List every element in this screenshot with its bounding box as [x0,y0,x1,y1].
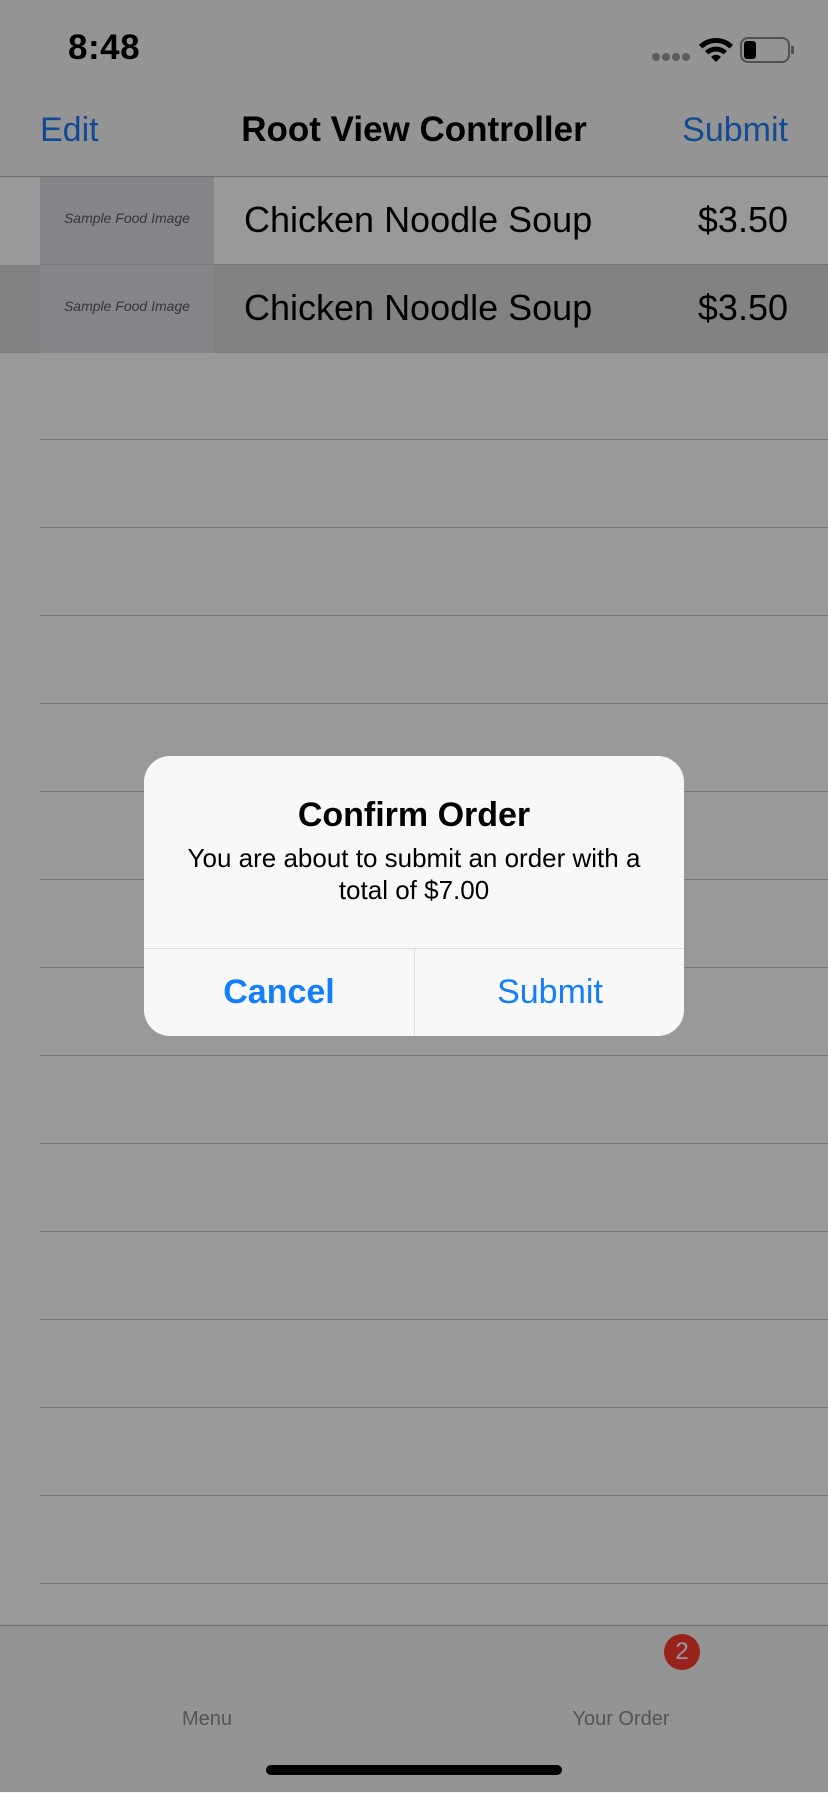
cancel-button[interactable]: Cancel [144,949,414,1036]
confirm-order-alert: Confirm Order You are about to submit an… [144,756,684,1036]
alert-message: You are about to submit an order with a … [187,843,641,905]
submit-button[interactable]: Submit [415,949,684,1036]
alert-title: Confirm Order [297,796,531,834]
